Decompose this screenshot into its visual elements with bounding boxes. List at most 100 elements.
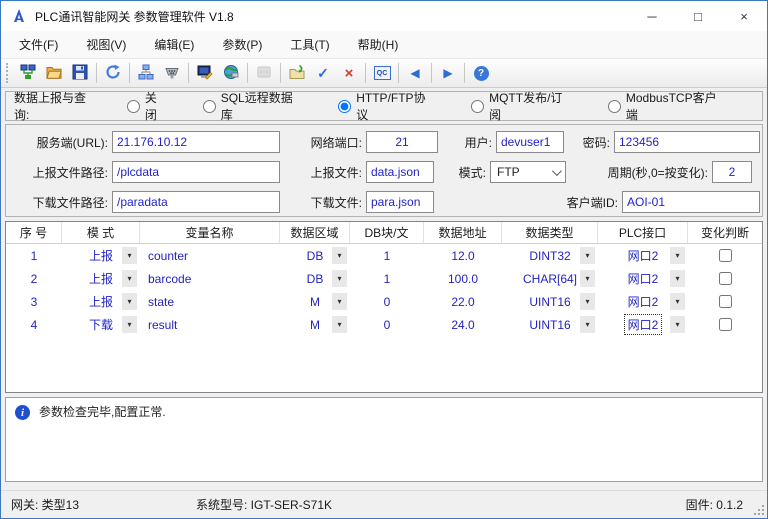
resize-grip[interactable] bbox=[762, 513, 764, 515]
close-button[interactable]: × bbox=[721, 1, 767, 31]
type-value[interactable]: UINT16 bbox=[526, 294, 573, 310]
type-cell[interactable]: CHAR[64]▾ bbox=[502, 271, 598, 287]
password-input[interactable] bbox=[614, 131, 760, 153]
port-value[interactable]: 网口2 bbox=[625, 315, 662, 334]
monitor-edit-button[interactable] bbox=[192, 61, 218, 85]
block-cell[interactable]: 0 bbox=[350, 318, 424, 332]
area-dropdown-button[interactable]: ▾ bbox=[332, 270, 347, 287]
delete-button[interactable]: × bbox=[336, 61, 362, 85]
download-path-input[interactable] bbox=[112, 191, 280, 213]
topology-button[interactable] bbox=[133, 61, 159, 85]
area-value[interactable]: M bbox=[307, 294, 323, 310]
addr-cell[interactable]: 22.0 bbox=[424, 295, 502, 309]
mode-dropdown-button[interactable]: ▾ bbox=[122, 316, 137, 333]
client-id-input[interactable] bbox=[622, 191, 760, 213]
port-value[interactable]: 网口2 bbox=[625, 292, 662, 311]
mode-value[interactable]: 上报 bbox=[86, 246, 116, 265]
upload-file-input[interactable] bbox=[366, 161, 434, 183]
area-dropdown-button[interactable]: ▾ bbox=[332, 247, 347, 264]
mode-value[interactable]: 下载 bbox=[86, 315, 116, 334]
mode-cell[interactable]: 上报▾ bbox=[62, 269, 140, 288]
type-cell[interactable]: DINT32 ▾ bbox=[502, 248, 598, 264]
radio-mqtt[interactable] bbox=[471, 100, 484, 113]
mode-value[interactable]: 上报 bbox=[86, 292, 116, 311]
addr-cell[interactable]: 24.0 bbox=[424, 318, 502, 332]
serial-port-button[interactable] bbox=[159, 61, 185, 85]
port-value[interactable]: 网口2 bbox=[625, 269, 662, 288]
area-cell[interactable]: DB▾ bbox=[280, 271, 350, 287]
addr-cell[interactable]: 100.0 bbox=[424, 272, 502, 286]
type-dropdown-button[interactable]: ▾ bbox=[580, 247, 595, 264]
name-cell[interactable]: barcode bbox=[140, 272, 280, 286]
toolbar-grip[interactable] bbox=[6, 63, 10, 83]
server-url-input[interactable] bbox=[112, 131, 280, 153]
network-tree-button[interactable] bbox=[15, 61, 41, 85]
change-checkbox[interactable] bbox=[719, 318, 732, 331]
radio-modbustcp[interactable] bbox=[608, 100, 621, 113]
area-value[interactable]: M bbox=[307, 317, 323, 333]
change-checkbox[interactable] bbox=[719, 295, 732, 308]
block-cell[interactable]: 1 bbox=[350, 249, 424, 263]
type-value[interactable]: CHAR[64] bbox=[520, 271, 580, 287]
area-dropdown-button[interactable]: ▾ bbox=[332, 293, 347, 310]
mode-dropdown-button[interactable]: ▾ bbox=[122, 293, 137, 310]
port-dropdown-button[interactable]: ▾ bbox=[670, 270, 685, 287]
area-cell[interactable]: M▾ bbox=[280, 317, 350, 333]
period-input[interactable] bbox=[712, 161, 752, 183]
mode-dropdown-button[interactable]: ▾ bbox=[122, 247, 137, 264]
area-cell[interactable]: M▾ bbox=[280, 294, 350, 310]
type-cell[interactable]: UINT16 ▾ bbox=[502, 317, 598, 333]
port-dropdown-button[interactable]: ▾ bbox=[670, 316, 685, 333]
confirm-check-button[interactable]: ✓ bbox=[310, 61, 336, 85]
type-value[interactable]: DINT32 bbox=[526, 248, 573, 264]
menu-help[interactable]: 帮助(H) bbox=[344, 31, 413, 58]
change-checkbox[interactable] bbox=[719, 249, 732, 262]
menu-edit[interactable]: 编辑(E) bbox=[140, 31, 208, 58]
port-dropdown-button[interactable]: ▾ bbox=[670, 247, 685, 264]
menu-file[interactable]: 文件(F) bbox=[5, 31, 72, 58]
radio-option-httpftp[interactable]: HTTP/FTP协议 bbox=[338, 89, 437, 123]
minimize-button[interactable]: ─ bbox=[629, 1, 675, 31]
type-dropdown-button[interactable]: ▾ bbox=[580, 293, 595, 310]
net-port-input[interactable] bbox=[366, 131, 438, 153]
upload-path-input[interactable] bbox=[112, 161, 280, 183]
block-cell[interactable]: 0 bbox=[350, 295, 424, 309]
radio-option-close[interactable]: 关闭 bbox=[127, 89, 169, 123]
qc-monitor-button[interactable]: QC bbox=[369, 61, 395, 85]
port-dropdown-button[interactable]: ▾ bbox=[670, 293, 685, 310]
globe-button[interactable] bbox=[218, 61, 244, 85]
type-dropdown-button[interactable]: ▾ bbox=[580, 316, 595, 333]
maximize-button[interactable]: □ bbox=[675, 1, 721, 31]
import-folder-button[interactable] bbox=[284, 61, 310, 85]
menu-params[interactable]: 参数(P) bbox=[208, 31, 276, 58]
name-cell[interactable]: counter bbox=[140, 249, 280, 263]
help-button[interactable]: ? bbox=[468, 61, 494, 85]
change-checkbox[interactable] bbox=[719, 272, 732, 285]
port-cell[interactable]: 网口2 ▾ bbox=[598, 269, 688, 288]
mode-cell[interactable]: 上报 ▾ bbox=[62, 246, 140, 265]
download-file-input[interactable] bbox=[366, 191, 434, 213]
mode-dropdown-button[interactable]: ▾ bbox=[122, 270, 137, 287]
type-value[interactable]: UINT16 bbox=[526, 317, 573, 333]
port-cell[interactable]: 网口2 ▾ bbox=[598, 246, 688, 265]
open-file-button[interactable] bbox=[41, 61, 67, 85]
radio-option-sql[interactable]: SQL远程数据库 bbox=[203, 89, 305, 123]
area-value[interactable]: DB bbox=[304, 248, 327, 264]
radio-httpftp[interactable] bbox=[338, 100, 351, 113]
port-cell-focused[interactable]: 网口2 ▾ bbox=[598, 315, 688, 334]
save-button[interactable] bbox=[67, 61, 93, 85]
mode-select[interactable]: FTP bbox=[490, 161, 566, 183]
name-cell[interactable]: result bbox=[140, 318, 280, 332]
mode-cell[interactable]: 下载 ▾ bbox=[62, 315, 140, 334]
port-value[interactable]: 网口2 bbox=[625, 246, 662, 265]
port-cell[interactable]: 网口2 ▾ bbox=[598, 292, 688, 311]
area-dropdown-button[interactable]: ▾ bbox=[332, 316, 347, 333]
nav-forward-button[interactable]: ▶ bbox=[435, 61, 461, 85]
radio-option-modbustcp[interactable]: ModbusTCP客户端 bbox=[608, 89, 728, 123]
type-dropdown-button[interactable]: ▾ bbox=[580, 270, 595, 287]
name-cell[interactable]: state bbox=[140, 295, 280, 309]
type-cell[interactable]: UINT16 ▾ bbox=[502, 294, 598, 310]
addr-cell[interactable]: 12.0 bbox=[424, 249, 502, 263]
menu-view[interactable]: 视图(V) bbox=[72, 31, 140, 58]
mode-cell[interactable]: 上报 ▾ bbox=[62, 292, 140, 311]
